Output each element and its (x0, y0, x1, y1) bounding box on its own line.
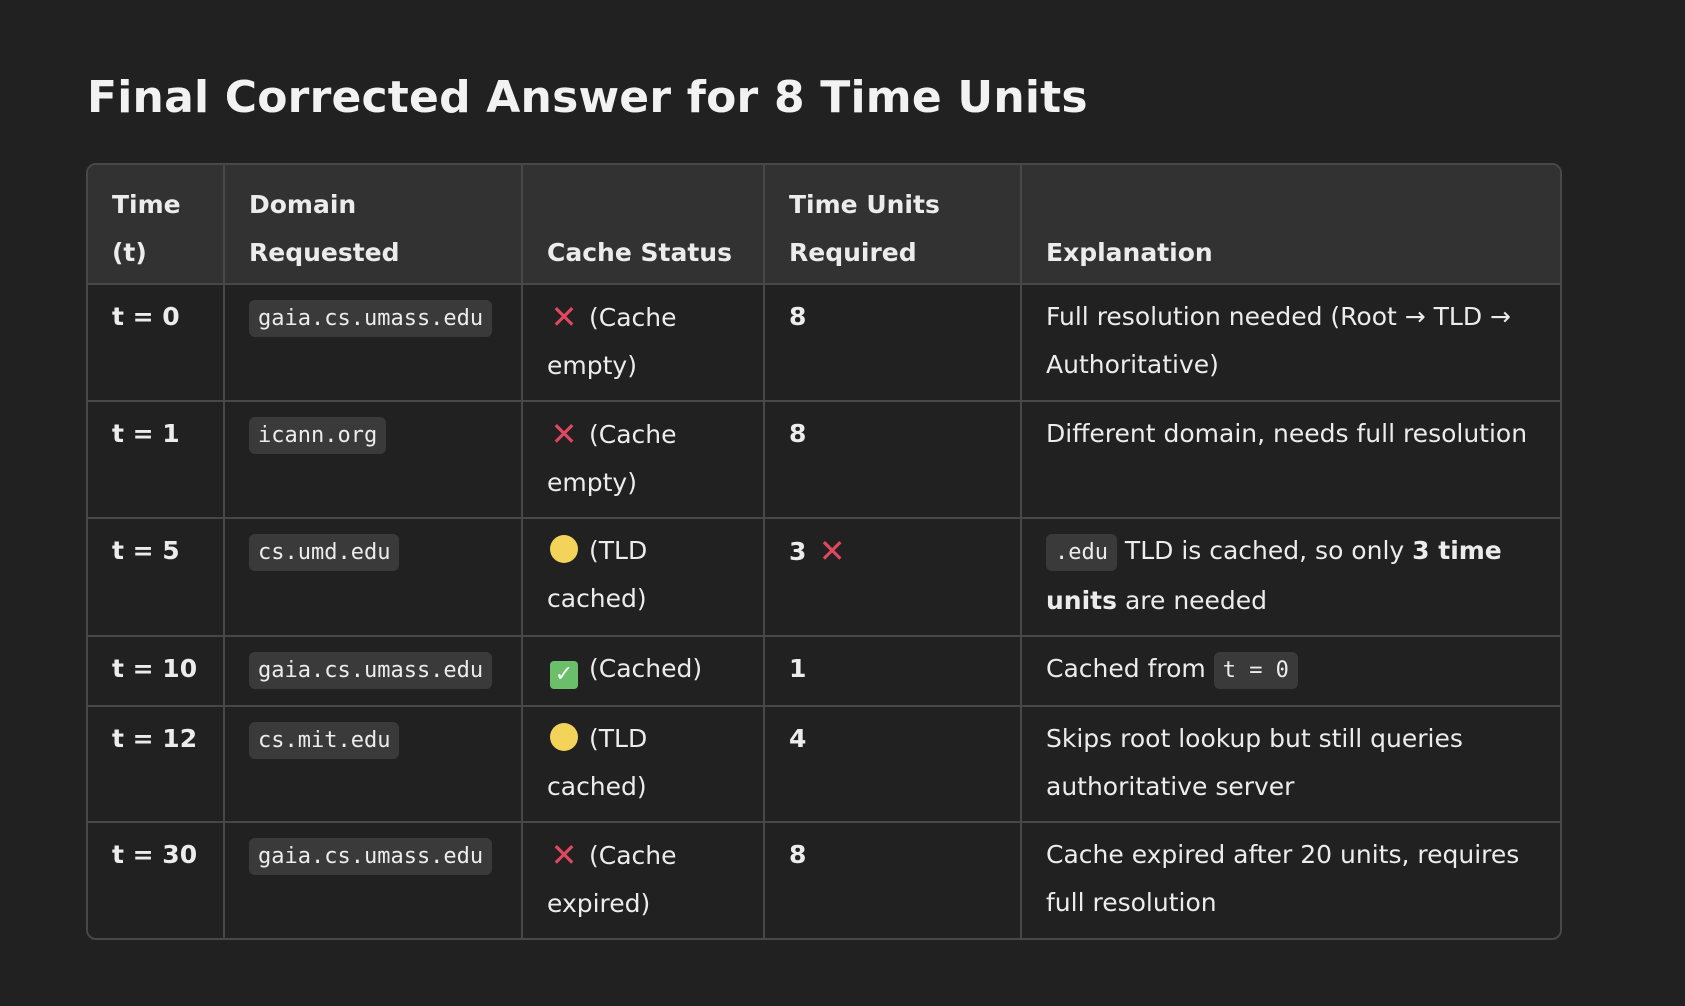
explanation-line2: Authoritative) (1046, 350, 1219, 379)
table: Time (t) Domain Requested Cache Status T… (88, 165, 1560, 938)
cell-cache-status: (TLD cached) (522, 518, 765, 637)
cache-text-line1: (Cache (589, 841, 677, 870)
cell-explanation: Cache expired after 20 units, requires f… (1021, 822, 1560, 938)
cache-text-line1: (TLD (589, 724, 648, 753)
time-code: t = 0 (1213, 652, 1298, 689)
yellow-circle-icon (550, 723, 578, 751)
header-domain: Domain Requested (224, 165, 523, 285)
explanation-line1: Cached from (1046, 654, 1214, 683)
header-time-line2: (t) (112, 238, 147, 267)
explanation-part1: TLD is cached, so only (1116, 536, 1413, 565)
cell-cache-status: ✓ (Cached) (522, 636, 765, 707)
cache-text-line2: expired) (547, 889, 651, 918)
cache-text-line1: (Cache (589, 303, 677, 332)
header-time-line1: Time (112, 190, 181, 219)
explanation-line1: Cache expired after 20 units, requires (1046, 840, 1520, 869)
cache-text-line1: (Cached) (589, 654, 703, 683)
header-time: Time (t) (88, 165, 225, 285)
cell-domain: cs.umd.edu (224, 518, 523, 637)
table-row: t = 10 gaia.cs.umass.edu ✓ (Cached) 1 Cac… (88, 636, 1560, 707)
cache-text-line2: empty) (547, 468, 637, 497)
cross-mark-icon: ✕ (550, 298, 578, 336)
cross-mark-icon: ✕ (818, 532, 846, 570)
cell-time-units: 8 (764, 284, 1022, 402)
domain-code: gaia.cs.umass.edu (249, 838, 493, 875)
dns-cache-table: Time (t) Domain Requested Cache Status T… (86, 163, 1562, 940)
cell-explanation: .edu TLD is cached, so only 3 time units… (1021, 518, 1560, 637)
check-mark-icon: ✓ (550, 661, 578, 689)
cell-explanation: Different domain, needs full resolution (1021, 401, 1560, 519)
cell-time-units: 8 (764, 822, 1022, 938)
cell-time: t = 10 (88, 636, 225, 707)
header-units-line1: Time Units (789, 190, 940, 219)
cell-time-units: 4 (764, 706, 1022, 823)
header-cache-status: Cache Status (522, 165, 765, 285)
cell-cache-status: ✕ (Cache empty) (522, 284, 765, 402)
domain-code: cs.umd.edu (249, 534, 400, 571)
cache-text-line2: cached) (547, 584, 647, 613)
explanation-line2: full resolution (1046, 888, 1217, 917)
cache-text-line1: (Cache (589, 420, 677, 449)
cell-explanation: Skips root lookup but still queries auth… (1021, 706, 1560, 823)
units-value: 3 (789, 537, 807, 566)
cell-time: t = 30 (88, 822, 225, 938)
cross-mark-icon: ✕ (550, 836, 578, 874)
table-row: t = 1 icann.org ✕ (Cache empty) 8 Differe… (88, 401, 1560, 519)
cell-domain: icann.org (224, 401, 523, 519)
domain-code: cs.mit.edu (249, 722, 400, 759)
cache-text-line2: empty) (547, 351, 637, 380)
table-row: t = 12 cs.mit.edu (TLD cached) 4 Skips r… (88, 706, 1560, 823)
header-units-line2: Required (789, 238, 917, 267)
cross-mark-icon: ✕ (550, 415, 578, 453)
cell-explanation: Cached from t = 0 (1021, 636, 1560, 707)
cell-domain: gaia.cs.umass.edu (224, 636, 523, 707)
header-explanation: Explanation (1021, 165, 1560, 285)
explanation-line1: Skips root lookup but still queries (1046, 724, 1463, 753)
header-time-units: Time Units Required (764, 165, 1022, 285)
cell-time: t = 5 (88, 518, 225, 637)
domain-code: gaia.cs.umass.edu (249, 652, 493, 689)
cache-text-line1: (TLD (589, 536, 648, 565)
cell-time-units: 8 (764, 401, 1022, 519)
tld-code: .edu (1046, 534, 1117, 571)
explanation-part2: are needed (1117, 586, 1268, 615)
cell-explanation: Full resolution needed (Root → TLD → Aut… (1021, 284, 1560, 402)
cell-cache-status: ✕ (Cache expired) (522, 822, 765, 938)
cell-cache-status: (TLD cached) (522, 706, 765, 823)
table-row: t = 30 gaia.cs.umass.edu ✕ (Cache expired… (88, 822, 1560, 938)
cell-time: t = 1 (88, 401, 225, 519)
explanation-line1: Full resolution needed (Root → TLD → (1046, 302, 1512, 331)
explanation-line1: Different domain, needs full resolution (1046, 419, 1528, 448)
page: Final Corrected Answer for 8 Time Units … (0, 0, 1685, 1006)
cache-text-line2: cached) (547, 772, 647, 801)
cell-domain: gaia.cs.umass.edu (224, 284, 523, 402)
page-title: Final Corrected Answer for 8 Time Units (87, 72, 1088, 123)
cell-domain: gaia.cs.umass.edu (224, 822, 523, 938)
yellow-circle-icon (550, 535, 578, 563)
cell-time-units: 1 (764, 636, 1022, 707)
cell-domain: cs.mit.edu (224, 706, 523, 823)
domain-code: icann.org (249, 417, 387, 454)
explanation-bold1: 3 time (1412, 536, 1502, 565)
table-row: t = 5 cs.umd.edu (TLD cached) 3 ✕ .edu T… (88, 518, 1560, 637)
cell-cache-status: ✕ (Cache empty) (522, 401, 765, 519)
cell-time-units: 3 ✕ (764, 518, 1022, 637)
table-row: t = 0 gaia.cs.umass.edu ✕ (Cache empty) 8… (88, 284, 1560, 402)
cell-time: t = 0 (88, 284, 225, 402)
explanation-bold2: units (1046, 586, 1117, 615)
explanation-line2: authoritative server (1046, 772, 1295, 801)
domain-code: gaia.cs.umass.edu (249, 300, 493, 337)
cell-time: t = 12 (88, 706, 225, 823)
table-header-row: Time (t) Domain Requested Cache Status T… (88, 165, 1560, 285)
